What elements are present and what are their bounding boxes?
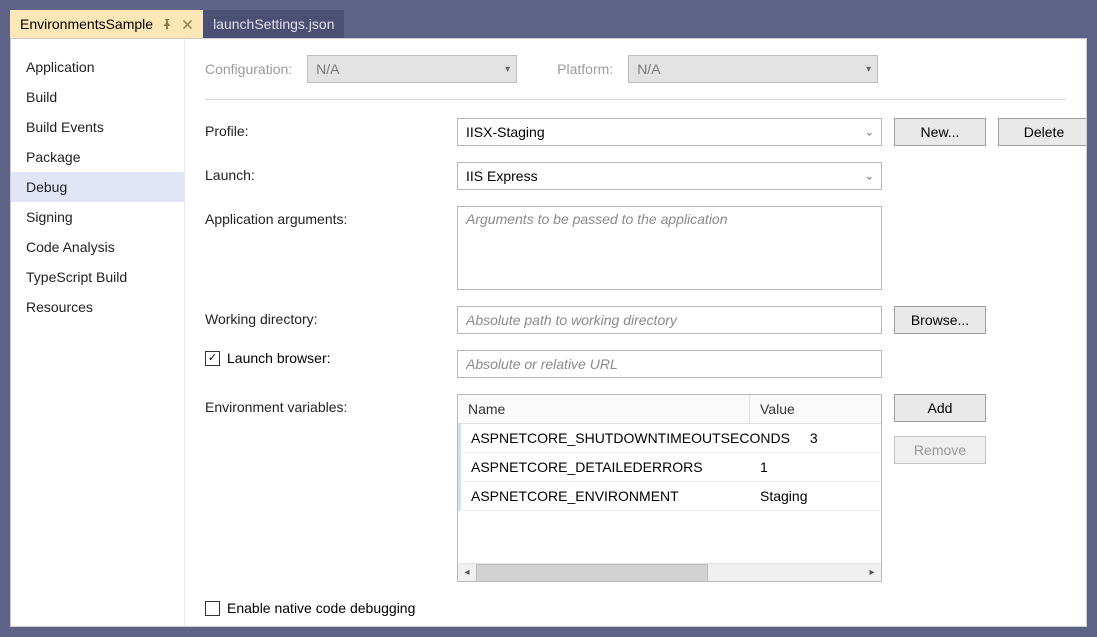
close-icon[interactable] (181, 18, 193, 30)
native-debug-row: Enable native code debugging (205, 600, 1066, 616)
envvars-label: Environment variables: (205, 394, 445, 415)
sidebar-item-resources[interactable]: Resources (11, 292, 184, 322)
new-profile-button[interactable]: New... (894, 118, 986, 146)
browse-button[interactable]: Browse... (894, 306, 986, 334)
config-platform-row: Configuration: N/A ▾ Platform: N/A ▾ (205, 55, 1066, 100)
app-args-label: Application arguments: (205, 206, 445, 227)
envvars-header: Name Value (458, 395, 881, 424)
pin-icon[interactable] (161, 18, 173, 30)
property-pages-sidebar: Application Build Build Events Package D… (11, 39, 185, 626)
horizontal-scrollbar[interactable]: ◂ ▸ (458, 563, 881, 581)
chevron-down-icon: ▾ (505, 64, 510, 75)
scroll-right-icon[interactable]: ▸ (863, 564, 881, 582)
table-row[interactable]: ASPNETCORE_ENVIRONMENT Staging (458, 482, 881, 511)
scroll-track[interactable] (476, 564, 863, 582)
envvar-name: ASPNETCORE_SHUTDOWNTIMEOUTSECONDS (458, 424, 800, 453)
envvar-value: Staging (750, 482, 881, 511)
tab-title: EnvironmentsSample (20, 16, 153, 32)
profile-select[interactable] (457, 118, 882, 146)
profile-label: Profile: (205, 118, 445, 139)
envvar-value: 3 (800, 424, 881, 453)
sidebar-item-signing[interactable]: Signing (11, 202, 184, 232)
delete-profile-button[interactable]: Delete (998, 118, 1086, 146)
envvars-buttons: Add Remove (894, 394, 986, 464)
chevron-down-icon: ▾ (866, 64, 871, 75)
main-panel: Configuration: N/A ▾ Platform: N/A ▾ Pro… (185, 39, 1086, 626)
content-area: Application Build Build Events Package D… (10, 38, 1087, 627)
scroll-left-icon[interactable]: ◂ (458, 564, 476, 582)
profile-select-wrap: ⌄ (457, 118, 882, 146)
launch-select[interactable] (457, 162, 882, 190)
project-properties-window: EnvironmentsSample launchSettings.json A… (10, 10, 1087, 627)
envvars-table: Name Value ASPNETCORE_SHUTDOWNTIMEOUTSEC… (457, 394, 882, 582)
platform-label: Platform: (557, 61, 613, 77)
debug-form: Profile: ⌄ New... Delete Launch: ⌄ Appli… (205, 118, 1066, 582)
scroll-thumb[interactable] (476, 564, 708, 582)
sidebar-item-build[interactable]: Build (11, 82, 184, 112)
envvar-name: ASPNETCORE_DETAILEDERRORS (458, 453, 750, 482)
tab-environments-sample[interactable]: EnvironmentsSample (10, 10, 203, 38)
platform-value: N/A (637, 61, 660, 77)
sidebar-item-package[interactable]: Package (11, 142, 184, 172)
configuration-select: N/A ▾ (307, 55, 517, 83)
document-tabs: EnvironmentsSample launchSettings.json (10, 10, 1087, 38)
remove-envvar-button: Remove (894, 436, 986, 464)
launch-browser-checkbox[interactable]: ✓ (205, 351, 220, 366)
sidebar-item-typescript-build[interactable]: TypeScript Build (11, 262, 184, 292)
app-args-input[interactable] (457, 206, 882, 290)
launch-browser-label: Launch browser: (227, 350, 331, 366)
platform-select: N/A ▾ (628, 55, 878, 83)
sidebar-item-build-events[interactable]: Build Events (11, 112, 184, 142)
launch-browser-checkbox-row: ✓ Launch browser: (205, 350, 445, 366)
configuration-value: N/A (316, 61, 339, 77)
envvars-header-value[interactable]: Value (750, 395, 881, 424)
workdir-label: Working directory: (205, 306, 445, 327)
table-row[interactable]: ASPNETCORE_SHUTDOWNTIMEOUTSECONDS 3 (458, 424, 881, 453)
tab-title: launchSettings.json (213, 16, 334, 32)
envvars-header-name[interactable]: Name (458, 395, 750, 424)
workdir-input[interactable] (457, 306, 882, 334)
launch-select-wrap: ⌄ (457, 162, 882, 190)
table-empty-area (458, 511, 881, 563)
add-envvar-button[interactable]: Add (894, 394, 986, 422)
sidebar-item-debug[interactable]: Debug (11, 172, 184, 202)
sidebar-item-code-analysis[interactable]: Code Analysis (11, 232, 184, 262)
envvar-value: 1 (750, 453, 881, 482)
native-debug-label: Enable native code debugging (227, 600, 415, 616)
sidebar-item-application[interactable]: Application (11, 52, 184, 82)
tab-launchsettings-json[interactable]: launchSettings.json (203, 10, 344, 38)
envvar-name: ASPNETCORE_ENVIRONMENT (458, 482, 750, 511)
configuration-label: Configuration: (205, 61, 292, 77)
launch-browser-url-input[interactable] (457, 350, 882, 378)
launch-label: Launch: (205, 162, 445, 183)
table-row[interactable]: ASPNETCORE_DETAILEDERRORS 1 (458, 453, 881, 482)
native-debug-checkbox[interactable] (205, 601, 220, 616)
